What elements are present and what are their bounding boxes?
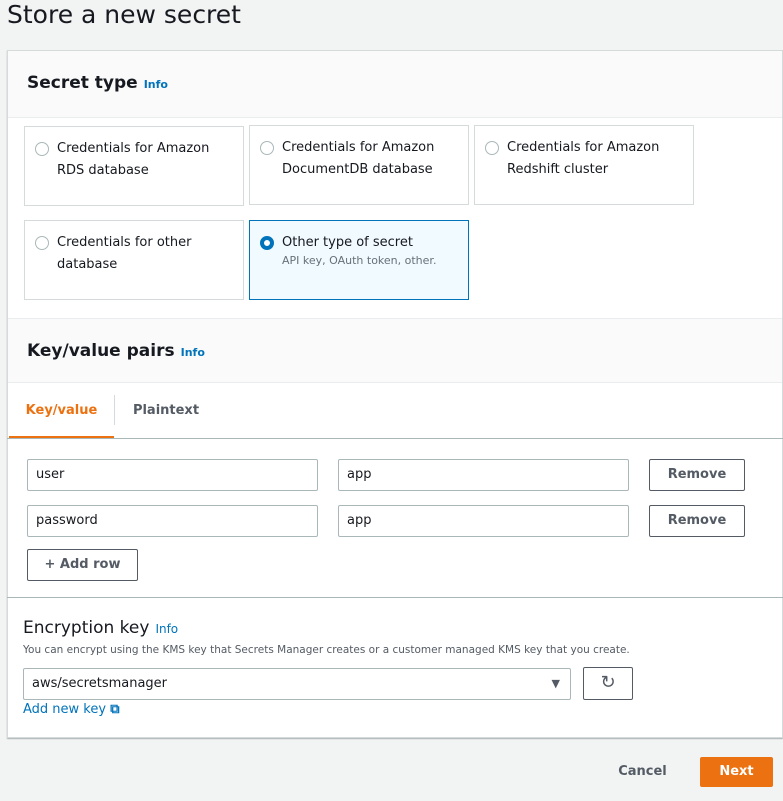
encryption-description: You can encrypt using the KMS key that S…: [23, 644, 630, 656]
key-input[interactable]: password: [27, 505, 318, 537]
add-row-button[interactable]: + Add row: [27, 549, 138, 581]
kv-header: Key/value pairs Info: [8, 318, 782, 383]
tab-border: [7, 438, 783, 439]
kv-info-link[interactable]: Info: [181, 346, 205, 359]
cancel-button[interactable]: Cancel: [600, 757, 685, 787]
encryption-info-link[interactable]: Info: [155, 622, 178, 636]
option-label: Credentials for Amazon Redshift cluster: [507, 140, 660, 177]
secret-type-option-redshift[interactable]: Credentials for Amazon Redshift cluster: [474, 125, 694, 205]
add-new-key-link[interactable]: Add new key ⧉: [23, 702, 120, 717]
value-input[interactable]: app: [338, 505, 629, 537]
remove-button[interactable]: Remove: [649, 505, 745, 537]
next-button[interactable]: Next: [700, 757, 773, 787]
external-link-icon: ⧉: [110, 702, 120, 717]
section-divider: [7, 597, 783, 598]
option-label: Credentials for Amazon DocumentDB databa…: [282, 140, 435, 177]
tab-key-value[interactable]: Key/value: [9, 383, 114, 439]
option-label: Credentials for Amazon RDS database: [57, 141, 210, 178]
secret-type-info-link[interactable]: Info: [144, 78, 168, 91]
secret-type-option-rds[interactable]: Credentials for Amazon RDS database: [24, 126, 244, 206]
refresh-icon: ↻: [600, 672, 616, 693]
tab-divider: [114, 395, 115, 425]
radio-button[interactable]: [260, 141, 274, 155]
value-input[interactable]: app: [338, 459, 629, 491]
option-label: Other type of secret: [282, 235, 413, 250]
selected-value: aws/secretsmanager: [32, 676, 168, 691]
kv-title: Key/value pairs: [27, 341, 175, 361]
option-label: Credentials for other database: [57, 235, 192, 272]
add-key-label: Add new key: [23, 702, 107, 717]
kms-key-select[interactable]: aws/secretsmanager ▼: [23, 668, 571, 700]
key-input[interactable]: user: [27, 459, 318, 491]
radio-button[interactable]: [485, 141, 499, 155]
remove-button[interactable]: Remove: [649, 459, 745, 491]
page-title: Store a new secret: [7, 0, 241, 29]
encryption-title: Encryption key: [23, 618, 150, 638]
radio-button-selected[interactable]: [260, 236, 274, 250]
secret-type-option-other-secret[interactable]: Other type of secret API key, OAuth token…: [249, 220, 469, 300]
caret-down-icon: ▼: [551, 677, 560, 690]
option-description: API key, OAuth token, other.: [282, 254, 437, 267]
secret-type-option-other-database[interactable]: Credentials for other database: [24, 220, 244, 300]
secret-type-option-documentdb[interactable]: Credentials for Amazon DocumentDB databa…: [249, 125, 469, 205]
secret-type-title: Secret type: [27, 73, 138, 93]
secret-type-header: Secret type Info: [8, 51, 782, 118]
radio-button[interactable]: [35, 236, 49, 250]
refresh-button[interactable]: ↻: [583, 667, 633, 700]
radio-button[interactable]: [35, 142, 49, 156]
tab-plaintext[interactable]: Plaintext: [118, 383, 214, 438]
